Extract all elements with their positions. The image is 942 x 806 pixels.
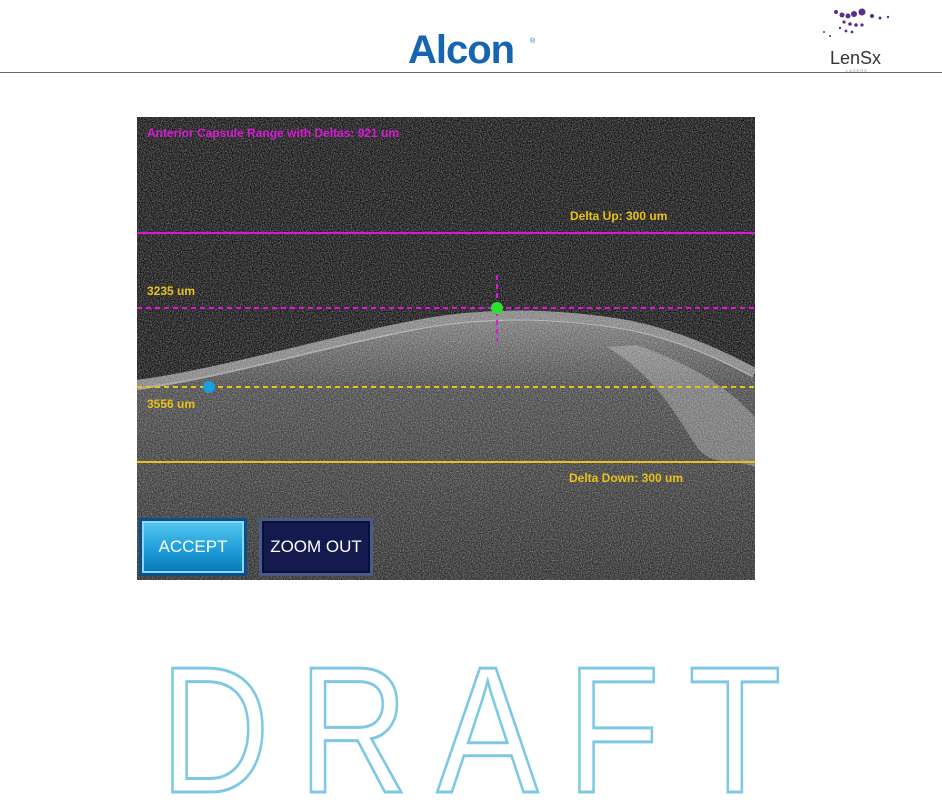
delta-down-label: Delta Down: 300 um bbox=[569, 471, 684, 485]
apex-marker[interactable] bbox=[491, 302, 503, 314]
edge-marker[interactable] bbox=[203, 381, 215, 393]
oct-scan-image bbox=[137, 117, 755, 580]
delta-up-label: Delta Up: 300 um bbox=[570, 209, 668, 223]
upper-depth-label: 3235 um bbox=[147, 284, 196, 298]
zoom-out-button[interactable]: ZOOM OUT bbox=[259, 518, 373, 576]
accept-button[interactable]: ACCEPT bbox=[139, 518, 247, 576]
draft-watermark-text: DRAFT bbox=[160, 660, 810, 800]
draft-watermark: DRAFT bbox=[160, 660, 810, 800]
header-divider bbox=[0, 72, 942, 73]
header-logo-alcon: Alcon bbox=[408, 28, 515, 72]
registered-mark: ® bbox=[530, 38, 536, 45]
lensx-logo: LenSx LASERS bbox=[823, 8, 890, 73]
range-label: Anterior Capsule Range with Deltas: 921 … bbox=[147, 126, 400, 140]
oct-scan-panel[interactable]: Anterior Capsule Range with Deltas: 921 … bbox=[137, 117, 755, 580]
lensx-logo-text: LenSx bbox=[830, 48, 881, 68]
lensx-dots-icon bbox=[823, 8, 890, 37]
lower-depth-label: 3556 um bbox=[147, 397, 196, 411]
